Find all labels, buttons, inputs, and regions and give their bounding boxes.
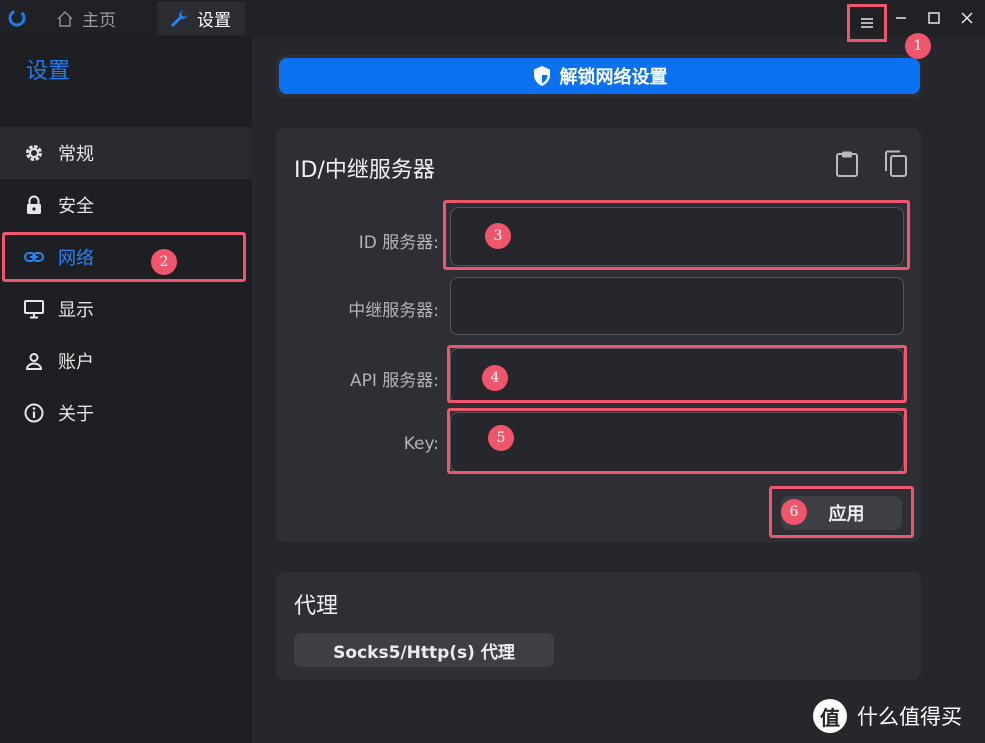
sidebar-item-account[interactable]: 账户 [0, 335, 251, 387]
watermark-logo: 值 [813, 699, 847, 733]
sidebar-item-label: 常规 [58, 144, 94, 165]
sidebar: 设置 常规 安全 网络 显示 账户 关于 [0, 37, 251, 743]
lock-icon [27, 195, 41, 214]
key-label: Key: [403, 434, 439, 454]
close-icon [961, 12, 973, 24]
annotation-marker-3: 3 [485, 223, 511, 249]
copy-icon[interactable] [883, 150, 909, 178]
proxy-button-label: Socks5/Http(s) 代理 [333, 642, 515, 663]
unlock-network-settings-button[interactable]: 解锁网络设置 [279, 58, 920, 94]
tab-settings-label: 设置 [197, 11, 231, 31]
sidebar-item-about[interactable]: 关于 [0, 387, 251, 439]
title-bar: 主页 设置 [0, 0, 985, 42]
id-server-label: ID 服务器: [358, 233, 439, 253]
sidebar-item-general[interactable]: 常规 [0, 127, 251, 179]
sidebar-title: 设置 [26, 59, 71, 84]
annotation-marker-1: 1 [905, 33, 931, 59]
sidebar-item-label: 账户 [58, 352, 94, 373]
monitor-icon [24, 300, 44, 319]
relay-server-input[interactable] [450, 277, 904, 335]
close-button[interactable] [953, 6, 981, 30]
socks5-proxy-button[interactable]: Socks5/Http(s) 代理 [294, 633, 554, 667]
minimize-icon [896, 17, 906, 19]
user-icon [25, 353, 43, 370]
maximize-icon [928, 12, 940, 24]
sidebar-item-label: 关于 [58, 404, 94, 425]
menu-icon [861, 18, 873, 28]
annotation-marker-4: 4 [482, 365, 508, 391]
shield-icon [533, 66, 550, 86]
sidebar-item-label: 安全 [58, 196, 94, 217]
menu-button[interactable] [847, 4, 887, 42]
app-logo-icon [8, 9, 26, 27]
sidebar-item-label: 显示 [58, 300, 94, 321]
maximize-button[interactable] [920, 6, 948, 30]
highlight-api-server [447, 345, 907, 403]
relay-server-label: 中继服务器: [348, 301, 439, 321]
api-server-label: API 服务器: [349, 371, 439, 391]
highlight-network [2, 232, 246, 282]
gear-icon [26, 145, 42, 161]
highlight-key [447, 408, 907, 474]
info-icon [24, 403, 44, 423]
server-card-title: ID/中继服务器 [294, 158, 435, 183]
annotation-marker-6: 6 [781, 499, 807, 525]
tab-settings[interactable]: 设置 [157, 2, 245, 35]
sidebar-item-security[interactable]: 安全 [0, 179, 251, 231]
server-card [276, 128, 921, 542]
tab-home-label: 主页 [82, 11, 116, 31]
tab-home[interactable]: 主页 [50, 2, 150, 35]
annotation-marker-2: 2 [151, 249, 177, 275]
clipboard-icon[interactable] [835, 150, 859, 178]
unlock-label: 解锁网络设置 [559, 67, 668, 88]
watermark: 值 什么值得买 [813, 697, 962, 735]
wrench-icon [171, 10, 188, 27]
watermark-text: 什么值得买 [857, 705, 962, 729]
home-icon [57, 10, 73, 27]
sidebar-item-display[interactable]: 显示 [0, 283, 251, 335]
minimize-button[interactable] [887, 6, 915, 30]
annotation-marker-5: 5 [488, 425, 514, 451]
highlight-id-server [443, 200, 910, 270]
proxy-card-title: 代理 [294, 594, 339, 619]
